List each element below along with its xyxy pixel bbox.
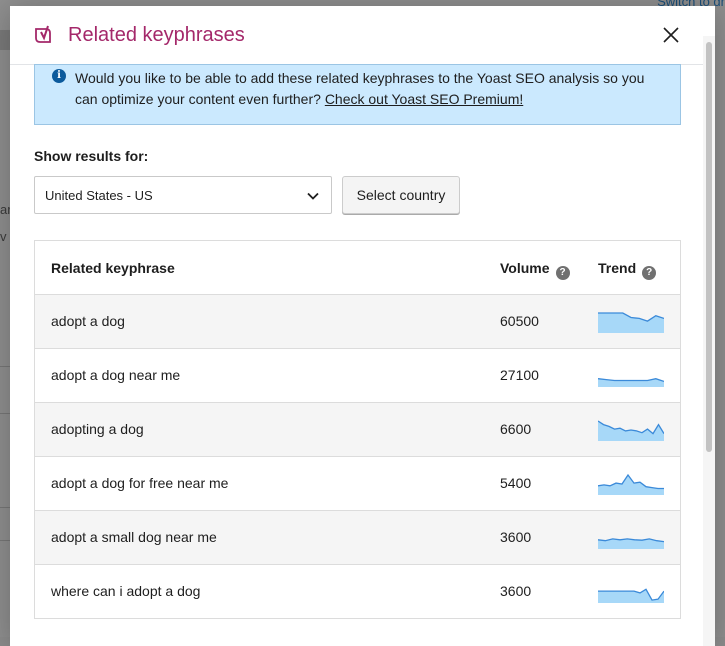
table-header: Related keyphrase Volume? Trend? bbox=[35, 241, 680, 295]
volume-help-icon[interactable]: ? bbox=[555, 266, 570, 280]
table-row: where can i adopt a dog 3600 bbox=[35, 565, 680, 619]
trend-sparkline bbox=[598, 538, 664, 549]
trend-area bbox=[598, 313, 664, 333]
country-row: United States - US Select country bbox=[34, 176, 681, 216]
related-keyphrases-modal: Related keyphrases i Would you like to b… bbox=[10, 6, 715, 646]
premium-link[interactable]: Check out Yoast SEO Premium! bbox=[325, 91, 523, 107]
modal-scrollbar[interactable] bbox=[703, 36, 715, 646]
keyphrase-cell: adopt a dog for free near me bbox=[51, 475, 229, 491]
trend-sparkline bbox=[598, 378, 664, 387]
trend-sparkline bbox=[598, 312, 664, 333]
header-keyphrase: Related keyphrase bbox=[51, 260, 175, 276]
table-row: adopting a dog 6600 bbox=[35, 403, 680, 457]
table-row: adopt a dog 60500 bbox=[35, 295, 680, 349]
show-results-label: Show results for: bbox=[34, 148, 149, 164]
modal-content: i Would you like to be able to add these… bbox=[34, 64, 681, 619]
volume-cell: 5400 bbox=[500, 475, 532, 491]
header-volume: Volume? bbox=[500, 260, 570, 280]
volume-cell: 60500 bbox=[500, 313, 539, 329]
volume-cell: 27100 bbox=[500, 367, 539, 383]
scrollbar-thumb[interactable] bbox=[706, 42, 712, 452]
volume-cell: 3600 bbox=[500, 583, 532, 599]
trend-sparkline bbox=[598, 473, 664, 495]
table-row: adopt a dog for free near me 5400 bbox=[35, 457, 680, 511]
background-text-2: v bbox=[0, 229, 7, 244]
background-divider bbox=[0, 366, 10, 367]
header-volume-label: Volume bbox=[500, 260, 550, 276]
modal-header: Related keyphrases bbox=[10, 6, 715, 65]
table-row: adopt a small dog near me 3600 bbox=[35, 511, 680, 565]
yoast-logo-icon bbox=[35, 25, 51, 43]
close-icon[interactable] bbox=[661, 25, 681, 45]
volume-cell: 3600 bbox=[500, 529, 532, 545]
trend-help-icon[interactable]: ? bbox=[642, 266, 657, 280]
keyphrase-cell: adopting a dog bbox=[51, 421, 144, 437]
table-body: adopt a dog 60500 adopt a dog near me 27100… bbox=[35, 295, 680, 619]
background-divider bbox=[0, 413, 10, 414]
keyphrase-table: Related keyphrase Volume? Trend? adopt a… bbox=[34, 240, 681, 619]
trend-sparkline bbox=[598, 588, 664, 603]
background-divider bbox=[0, 507, 10, 508]
trend-sparkline bbox=[598, 420, 664, 441]
background-divider bbox=[0, 540, 10, 541]
select-country-button[interactable]: Select country bbox=[342, 176, 460, 214]
background-strip bbox=[0, 30, 10, 50]
premium-notice: i Would you like to be able to add these… bbox=[34, 64, 681, 125]
keyphrase-cell: adopt a small dog near me bbox=[51, 529, 217, 545]
keyphrase-cell: adopt a dog bbox=[51, 313, 125, 329]
modal-title: Related keyphrases bbox=[68, 24, 245, 46]
keyphrase-cell: where can i adopt a dog bbox=[51, 583, 201, 599]
table-row: adopt a dog near me 27100 bbox=[35, 349, 680, 403]
chevron-down-icon bbox=[307, 192, 319, 200]
keyphrase-cell: adopt a dog near me bbox=[51, 367, 181, 383]
info-icon: i bbox=[52, 69, 66, 83]
country-select[interactable]: United States - US bbox=[34, 176, 332, 214]
header-trend-label: Trend bbox=[598, 260, 637, 276]
country-select-value: United States - US bbox=[45, 188, 153, 203]
header-trend: Trend? bbox=[598, 260, 657, 280]
volume-cell: 6600 bbox=[500, 421, 532, 437]
